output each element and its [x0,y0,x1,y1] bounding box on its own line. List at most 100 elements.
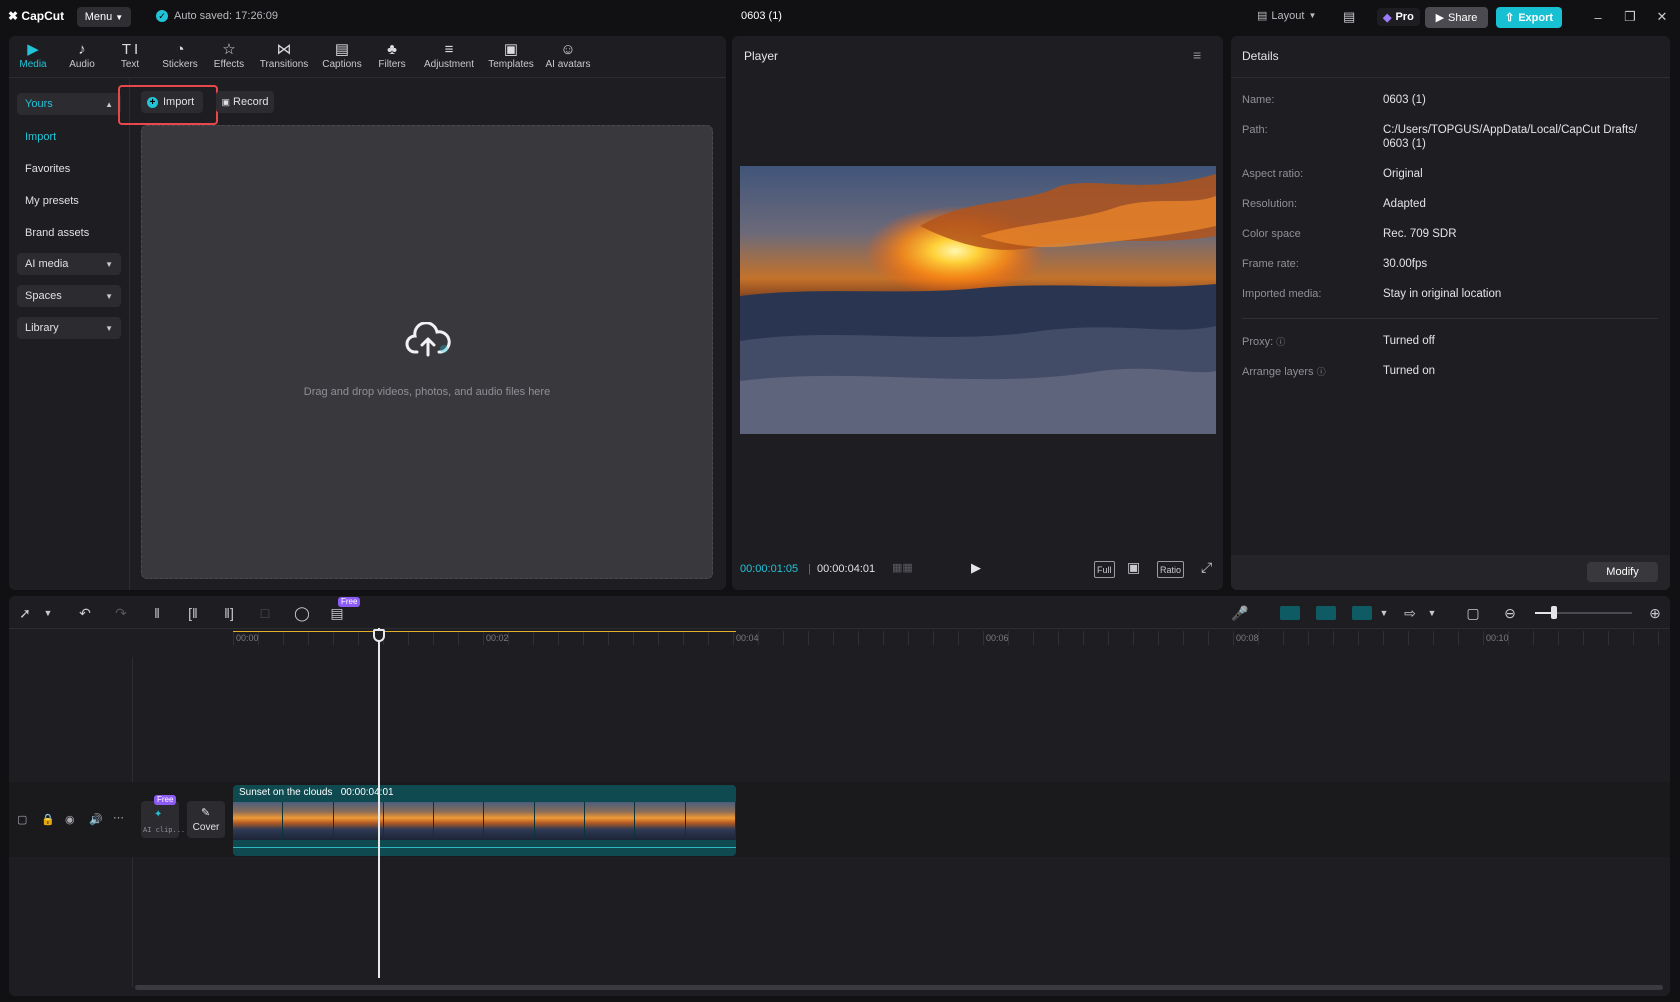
record-button[interactable]: ▣ Record [216,91,274,113]
sidebar-spaces[interactable]: Spaces ▼ [17,285,121,307]
camera-icon: ▣ [221,96,231,107]
share-button[interactable]: ▶ Share [1425,7,1488,28]
chevron-down-icon[interactable]: ▼ [1374,605,1394,621]
zoom-out-icon[interactable]: ⊖ [1500,605,1520,621]
ruler-tick: 00:00 [236,633,259,643]
tab-label: Effects [213,59,245,70]
templates-icon: ▣ [503,41,519,58]
modify-button[interactable]: Modify [1587,562,1658,582]
sidebar-item-import[interactable]: Import [17,126,121,148]
playhead-handle[interactable] [373,629,385,642]
main-track-magnet-icon[interactable] [1280,606,1300,620]
tab-effects[interactable]: ☆ Effects [204,41,254,70]
clip-thumbnail [685,802,736,840]
video-clip[interactable]: Sunset on the clouds 00:00:04:01 [233,785,736,856]
volume-icon[interactable]: 🔊 [89,813,103,826]
tab-media[interactable]: ▶ Media [8,41,58,70]
marker-icon[interactable]: ◯ [292,605,312,621]
hamburger-icon[interactable]: ≡ [1193,47,1201,63]
cover-button[interactable]: ✎ Cover [187,801,225,838]
minimize-icon[interactable]: – [1589,8,1607,26]
more-icon[interactable]: ⋯ [113,811,124,824]
play-icon[interactable]: ▶ [971,560,981,576]
tab-ai-avatars[interactable]: ☺ AI avatars [540,41,596,70]
tab-adjustment[interactable]: ≡ Adjustment [420,41,478,70]
autosave-status: ✓ Auto saved: 17:26:09 [156,10,278,22]
export-icon: ⇧ [1504,12,1515,24]
tab-filters[interactable]: ♣ Filters [367,41,417,70]
clip-thumbnail [383,802,435,840]
track-cover-icon[interactable]: ▢ [17,813,27,826]
linkage-icon[interactable] [1352,606,1372,620]
tab-audio[interactable]: ♪ Audio [57,41,107,70]
fullscreen-icon[interactable]: ⤢ [1201,559,1212,576]
ai-avatars-icon: ☺ [560,41,576,58]
tab-text[interactable]: T I Text [105,41,155,70]
menu-button[interactable]: Menu ▼ [77,7,131,27]
diamond-icon: ◆ [1383,11,1392,24]
zoom-slider-handle[interactable] [1551,606,1557,619]
ai-clip-button[interactable]: ✦ AI clip... [141,801,185,838]
close-icon[interactable]: ✕ [1653,8,1671,26]
redo-icon[interactable]: ↷ [111,605,131,621]
timecode-grid-icon[interactable]: ▦▦ [892,561,913,574]
full-button[interactable]: Full [1094,561,1115,578]
ratio-button[interactable]: Ratio [1157,561,1185,578]
app-logo: ✖ CapCut [8,9,64,23]
trim-left-icon[interactable]: [‖ [183,605,203,621]
captions-icon: ▤ [334,41,350,58]
sidebar-item-favorites[interactable]: Favorites [17,158,121,180]
eye-icon[interactable]: ◉ [65,813,75,826]
share-label: Share [1448,11,1478,24]
info-icon[interactable]: ⓘ [1317,367,1326,377]
thumbnail-icon[interactable]: ▢ [1463,605,1483,621]
microphone-icon[interactable]: 🎤 [1230,605,1250,621]
zoom-fit-icon[interactable]: ▣ [1127,559,1140,576]
delete-icon[interactable]: □ [255,605,275,621]
undo-icon[interactable]: ↶ [75,605,95,621]
playhead[interactable] [378,628,380,978]
subtitles-icon[interactable]: ▤ [1343,9,1355,25]
info-icon[interactable]: ⓘ [1276,337,1285,347]
timeline-toolbar-divider [9,628,1670,629]
auto-caption-icon[interactable]: ▤ [327,605,347,621]
layout-button[interactable]: ▤ Layout ▼ [1257,9,1316,23]
timeline-ruler[interactable] [233,631,1663,645]
tab-stickers[interactable]: ◔ Stickers [155,41,205,70]
pro-button[interactable]: ◆ Pro [1377,8,1420,26]
lock-icon[interactable]: 🔒 [41,813,55,826]
sidebar-library[interactable]: Library ▼ [17,317,121,339]
chevron-down-icon[interactable]: ▼ [1422,605,1442,621]
preview-axis-icon[interactable]: ⇨ [1400,605,1420,621]
export-button[interactable]: ⇧ Export [1496,7,1562,28]
clip-thumbnail [585,802,636,840]
tab-transitions[interactable]: ⋈ Transitions [256,41,312,70]
sidebar-yours[interactable]: Yours ▲ [17,93,121,115]
tab-label: Templates [488,59,534,70]
tab-label: Adjustment [423,59,475,70]
sidebar-item-label: My presets [25,195,79,207]
capcut-logo-icon: ✖ [8,9,19,23]
restore-icon[interactable]: ❐ [1621,8,1639,26]
free-badge: Free [154,795,177,805]
sidebar-item-my-presets[interactable]: My presets [17,190,121,212]
timeline-scrollbar[interactable] [135,985,1663,990]
select-cursor-icon[interactable]: ➚ [15,605,35,621]
detail-value: 30.00fps [1383,258,1428,270]
details-title: Details [1242,49,1279,63]
chevron-down-icon[interactable]: ▼ [38,605,58,621]
check-icon: ✓ [156,10,168,22]
sidebar-item-brand-assets[interactable]: Brand assets [17,222,121,244]
tab-captions[interactable]: ▤ Captions [317,41,367,70]
trim-right-icon[interactable]: ‖] [219,605,239,621]
tab-label: Audio [69,59,95,70]
clip-thumbnail [233,802,284,840]
tab-label: Media [19,59,47,70]
tab-templates[interactable]: ▣ Templates [482,41,540,70]
video-preview[interactable] [740,166,1216,434]
split-icon[interactable]: ‖ [147,605,167,621]
pencil-icon: ✎ [201,807,211,819]
zoom-in-icon[interactable]: ⊕ [1645,605,1665,621]
auto-snap-icon[interactable] [1316,606,1336,620]
sidebar-ai-media[interactable]: AI media ▼ [17,253,121,275]
